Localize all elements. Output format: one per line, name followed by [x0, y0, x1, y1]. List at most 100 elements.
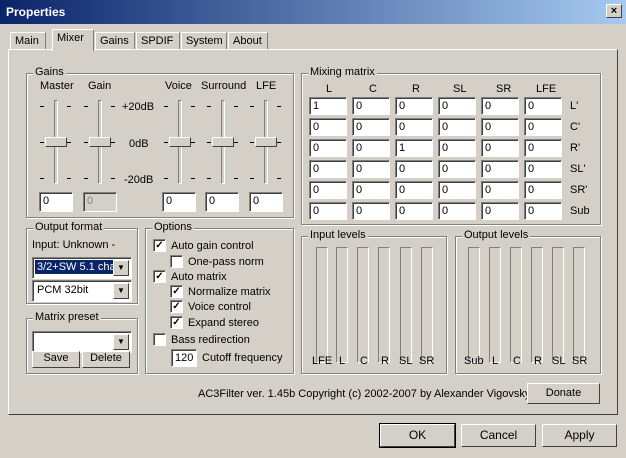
matrix-preset-value — [35, 334, 113, 348]
tab-about[interactable]: About — [228, 32, 268, 50]
matrix-cell[interactable]: 0 — [481, 97, 519, 115]
input-level-meter — [357, 247, 369, 363]
matrix-cell[interactable]: 0 — [309, 202, 347, 220]
matrix-preset-select[interactable]: ▼ — [32, 331, 132, 353]
tick — [191, 106, 195, 107]
chevron-down-icon[interactable]: ▼ — [113, 283, 129, 299]
ok-button[interactable]: OK — [380, 424, 455, 447]
output-level-meter — [573, 247, 585, 363]
matrix-cell[interactable]: 0 — [395, 202, 433, 220]
normalize-checkbox[interactable]: ✓ — [170, 285, 183, 298]
gain-input[interactable]: 0 — [83, 192, 117, 212]
close-icon[interactable]: × — [606, 4, 622, 18]
matrix-cell[interactable]: 0 — [309, 139, 347, 157]
matrix-cell[interactable]: 0 — [481, 160, 519, 178]
matrix-cell[interactable]: 0 — [438, 139, 476, 157]
output-level-label: SL — [552, 355, 566, 367]
chevron-down-icon[interactable]: ▼ — [113, 260, 129, 276]
tick — [250, 178, 254, 179]
matrix-cell[interactable]: 0 — [395, 118, 433, 136]
matrix-cell[interactable]: 0 — [352, 118, 390, 136]
tick — [67, 106, 71, 107]
donate-button[interactable]: Donate — [527, 383, 600, 404]
tab-main[interactable]: Main — [10, 32, 46, 50]
matrix-row-sub: Sub — [570, 205, 590, 217]
cancel-button[interactable]: Cancel — [461, 424, 536, 447]
tick — [84, 178, 88, 179]
output-level-meter — [510, 247, 522, 363]
matrix-cell[interactable]: 0 — [524, 139, 562, 157]
tab-system[interactable]: System — [181, 32, 227, 50]
matrix-cell[interactable]: 0 — [309, 160, 347, 178]
matrix-cell[interactable]: 0 — [524, 118, 562, 136]
matrix-cell[interactable]: 1 — [395, 139, 433, 157]
output-levels-title: Output levels — [462, 229, 531, 241]
one-pass-checkbox[interactable] — [170, 255, 183, 268]
save-button[interactable]: Save — [32, 351, 80, 368]
master-slider-thumb[interactable] — [45, 137, 67, 147]
matrix-cell[interactable]: 0 — [352, 181, 390, 199]
scale-bottom-label: -20dB — [124, 174, 154, 186]
voice-control-checkbox[interactable]: ✓ — [170, 300, 183, 313]
voice-input[interactable]: 0 — [162, 192, 196, 212]
matrix-cell[interactable]: 0 — [524, 97, 562, 115]
tick — [67, 142, 71, 143]
output-level-label: L — [492, 355, 499, 367]
gain-slider-thumb[interactable] — [89, 137, 111, 147]
matrix-cell[interactable]: 0 — [395, 97, 433, 115]
matrix-cell[interactable]: 0 — [352, 97, 390, 115]
cutoff-input[interactable]: 120 — [171, 349, 197, 367]
matrix-cell[interactable]: 0 — [524, 181, 562, 199]
lfe-input[interactable]: 0 — [249, 192, 283, 212]
output-level-label: R — [534, 355, 542, 367]
matrix-cell[interactable]: 0 — [438, 202, 476, 220]
surround-slider-thumb[interactable] — [212, 137, 234, 147]
matrix-cell[interactable]: 0 — [352, 202, 390, 220]
matrix-cell[interactable]: 0 — [438, 97, 476, 115]
tab-spdif[interactable]: SPDIF — [136, 32, 180, 50]
lfe-slider-thumb[interactable] — [255, 137, 277, 147]
matrix-cell[interactable]: 0 — [481, 118, 519, 136]
auto-gain-checkbox[interactable]: ✓ — [153, 239, 166, 252]
matrix-cell[interactable]: 0 — [481, 181, 519, 199]
output-level-label: SR — [572, 355, 588, 367]
delete-button[interactable]: Delete — [82, 351, 130, 368]
title-bar[interactable]: Properties × — [0, 0, 626, 24]
expand-stereo-checkbox[interactable]: ✓ — [170, 316, 183, 329]
matrix-cell[interactable]: 0 — [524, 202, 562, 220]
matrix-cell[interactable]: 0 — [438, 181, 476, 199]
format-select[interactable]: PCM 32bit ▼ — [32, 280, 132, 302]
tab-mixer[interactable]: Mixer — [52, 29, 94, 51]
channels-select[interactable]: 3/2+SW 5.1 channels ▼ — [32, 257, 132, 279]
input-levels-title: Input levels — [308, 229, 368, 241]
master-input[interactable]: 0 — [39, 192, 73, 212]
voice-slider-thumb[interactable] — [169, 137, 191, 147]
master-label: Master — [40, 80, 74, 92]
matrix-cell[interactable]: 0 — [481, 202, 519, 220]
matrix-cell[interactable]: 0 — [309, 118, 347, 136]
matrix-cell[interactable]: 0 — [438, 160, 476, 178]
tick — [67, 178, 71, 179]
bass-redirection-checkbox[interactable] — [153, 333, 166, 346]
tab-gains[interactable]: Gains — [95, 32, 135, 50]
apply-button[interactable]: Apply — [542, 424, 617, 447]
auto-matrix-checkbox[interactable]: ✓ — [153, 270, 166, 283]
surround-input[interactable]: 0 — [205, 192, 239, 212]
matrix-cell[interactable]: 0 — [438, 118, 476, 136]
matrix-cell[interactable]: 0 — [481, 139, 519, 157]
gain-label: Gain — [88, 80, 112, 92]
matrix-preset-title: Matrix preset — [33, 311, 101, 323]
scale-top-label: +20dB — [122, 101, 155, 113]
one-pass-label: One-pass norm — [188, 256, 264, 268]
matrix-cell[interactable]: 0 — [395, 181, 433, 199]
matrix-cell[interactable]: 0 — [309, 181, 347, 199]
matrix-cell[interactable]: 0 — [395, 160, 433, 178]
tick — [40, 106, 44, 107]
tick — [277, 106, 281, 107]
chevron-down-icon[interactable]: ▼ — [113, 334, 129, 350]
matrix-cell[interactable]: 1 — [309, 97, 347, 115]
cutoff-label: Cutoff frequency — [202, 352, 283, 364]
matrix-cell[interactable]: 0 — [524, 160, 562, 178]
matrix-cell[interactable]: 0 — [352, 139, 390, 157]
matrix-cell[interactable]: 0 — [352, 160, 390, 178]
